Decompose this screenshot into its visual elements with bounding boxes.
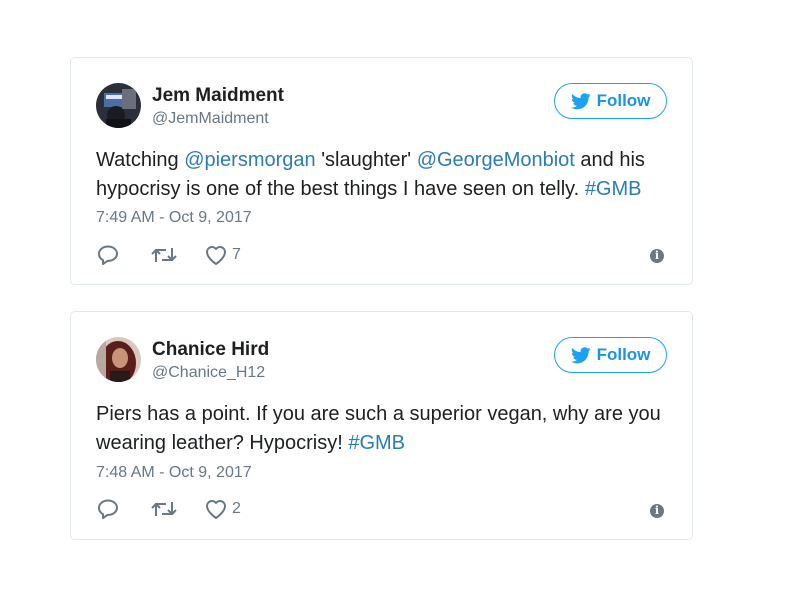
tweet-card: Chanice Hird @Chanice_H12 Follow Piers h… <box>70 311 693 540</box>
follow-button[interactable]: Follow <box>554 337 667 373</box>
timestamp[interactable]: 7:49 AM - Oct 9, 2017 <box>96 208 252 228</box>
twitter-bird-icon <box>570 346 591 363</box>
hashtag-link[interactable]: #GMB <box>585 178 642 200</box>
info-icon[interactable]: i <box>650 249 664 263</box>
reply-button[interactable] <box>96 498 150 520</box>
hashtag-link[interactable]: #GMB <box>348 432 405 454</box>
follow-button[interactable]: Follow <box>554 83 667 119</box>
tweet-text-segment: Watching <box>96 149 185 171</box>
heart-icon <box>206 246 226 265</box>
mention-link[interactable]: @piersmorgan <box>184 149 315 171</box>
tweet-text: Piers has a point. If you are such a sup… <box>96 400 676 458</box>
tweet-card: Jem Maidment @JemMaidment Follow Watchin… <box>70 57 693 285</box>
retweet-icon <box>151 248 177 262</box>
user-name[interactable]: Chanice Hird <box>152 339 269 361</box>
tweet-text-segment: 'slaughter' <box>315 149 417 171</box>
reply-icon <box>98 245 118 266</box>
heart-icon <box>206 500 226 519</box>
tweet-text: Watching @piersmorgan 'slaughter' @Georg… <box>96 146 676 204</box>
follow-label: Follow <box>596 345 651 364</box>
like-count: 7 <box>232 246 241 263</box>
user-name[interactable]: Jem Maidment <box>152 85 284 107</box>
twitter-bird-icon <box>570 92 591 109</box>
follow-label: Follow <box>596 91 651 110</box>
info-icon[interactable]: i <box>650 504 664 518</box>
reply-icon <box>98 499 118 520</box>
like-button[interactable]: 7 <box>204 244 241 266</box>
like-button[interactable]: 2 <box>204 498 241 520</box>
tweet-actions: 2 <box>96 498 241 520</box>
retweet-button[interactable] <box>150 498 204 520</box>
tweet-actions: 7 <box>96 244 241 266</box>
retweet-button[interactable] <box>150 244 204 266</box>
user-handle[interactable]: @JemMaidment <box>152 109 269 129</box>
avatar[interactable] <box>96 83 141 128</box>
reply-button[interactable] <box>96 244 150 266</box>
timestamp[interactable]: 7:48 AM - Oct 9, 2017 <box>96 463 252 483</box>
retweet-icon <box>151 502 177 516</box>
avatar[interactable] <box>96 337 141 382</box>
user-handle[interactable]: @Chanice_H12 <box>152 363 265 383</box>
mention-link[interactable]: @GeorgeMonbiot <box>417 149 575 171</box>
like-count: 2 <box>232 500 241 517</box>
